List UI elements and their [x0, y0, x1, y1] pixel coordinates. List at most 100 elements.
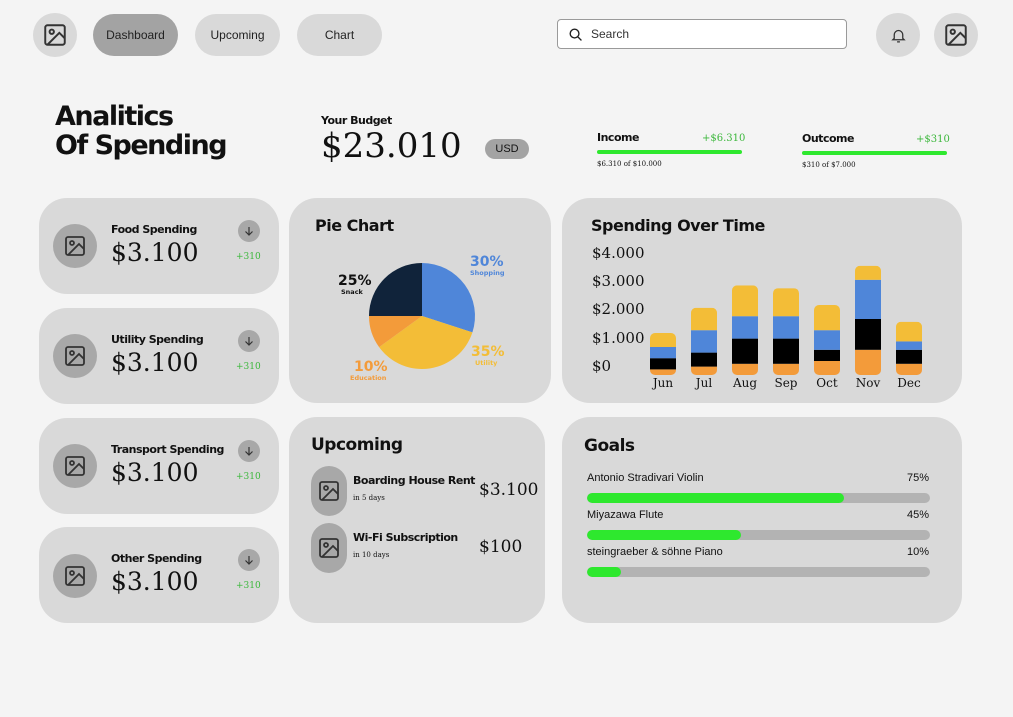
goal-percent: 75% [906, 472, 929, 484]
spending-over-time-card: Spending Over Time $4.000 $3.000 $2.000 … [562, 198, 962, 403]
image-icon [53, 444, 97, 488]
income-label: Income [597, 131, 639, 144]
currency-badge: USD [485, 139, 529, 159]
goal-progress-track [587, 493, 930, 503]
bar-segment [896, 363, 922, 375]
bar-segment [814, 349, 840, 361]
goal-progress-fill [587, 530, 742, 540]
logo-image-icon[interactable] [33, 13, 77, 57]
x-tick-label: Jul [694, 376, 713, 390]
goal-progress-fill [587, 567, 622, 577]
bar-segment [732, 338, 758, 364]
bar-segment [650, 369, 676, 375]
bar-stack-sep [773, 288, 799, 375]
arrow-down-icon[interactable] [238, 549, 260, 571]
spending-label: Food Spending [111, 223, 197, 236]
image-icon [53, 334, 97, 378]
spending-value: $3.100 [111, 567, 199, 596]
pie-label-education-name: Education [350, 374, 387, 382]
bar-segment [691, 366, 717, 375]
search-bar[interactable] [557, 19, 847, 49]
search-input[interactable] [589, 26, 833, 42]
bar-segment [814, 330, 840, 350]
tab-upcoming[interactable]: Upcoming [195, 14, 280, 56]
spending-bar-chart: Jun Jul Aug Sep Oct Nov Dec [650, 265, 922, 390]
goal-name: steingraeber & söhne Piano [587, 546, 723, 558]
search-icon [568, 27, 583, 42]
x-tick-label: Jun [651, 376, 674, 390]
goal-percent: 10% [906, 546, 929, 558]
arrow-down-icon[interactable] [238, 330, 260, 352]
outcome-label: Outcome [802, 132, 854, 145]
spending-value: $3.100 [111, 458, 199, 487]
bar-segment [650, 347, 676, 359]
income-progress [597, 150, 742, 154]
profile-avatar[interactable] [934, 13, 978, 57]
notifications-button[interactable] [876, 13, 920, 57]
bar-segment [814, 305, 840, 331]
bar-stack-oct [814, 305, 840, 375]
tab-chart[interactable]: Chart [297, 14, 382, 56]
pie-label-utility-pct: 35% [471, 344, 505, 360]
upcoming-item-due: in 10 days [353, 551, 390, 559]
bar-segment [855, 349, 881, 375]
arrow-down-icon[interactable] [238, 220, 260, 242]
x-tick-label: Oct [816, 376, 838, 390]
bar-stack-jul [691, 307, 717, 375]
upcoming-title: Upcoming [311, 435, 403, 455]
outcome-delta: +$310 [916, 134, 950, 145]
spending-delta: +310 [236, 581, 261, 591]
x-tick-label: Nov [856, 376, 881, 390]
bell-icon [890, 27, 907, 44]
upcoming-item-amount: $100 [479, 537, 523, 557]
spending-label: Other Spending [111, 552, 202, 565]
goal-progress-track [587, 567, 930, 577]
food-spending-card[interactable]: Food Spending $3.100 +310 [39, 198, 279, 294]
goals-card: Goals Antonio Stradivari Violin 75% Miya… [562, 417, 962, 623]
tab-dashboard[interactable]: Dashboard [93, 14, 178, 56]
bar-segment [814, 361, 840, 375]
bar-segment [732, 285, 758, 317]
bar-stack-nov [855, 265, 881, 375]
x-tick-label: Aug [732, 376, 757, 390]
income-delta: +$6.310 [702, 133, 746, 144]
bar-segment [773, 363, 799, 375]
bar-segment [650, 358, 676, 370]
pie-label-snack-pct: 25% [338, 273, 372, 289]
bar-segment [773, 338, 799, 364]
bar-segment [650, 333, 676, 347]
income-progress-fill [597, 150, 742, 154]
arrow-down-icon[interactable] [238, 440, 260, 462]
other-spending-card[interactable]: Other Spending $3.100 +310 [39, 527, 279, 623]
pie-label-education-pct: 10% [354, 359, 388, 375]
bar-segment [855, 279, 881, 319]
upcoming-item-name: Wi-Fi Subscription [353, 531, 458, 544]
goals-title: Goals [584, 436, 635, 456]
pie-label-shopping-pct: 30% [470, 254, 504, 270]
goal-percent: 45% [906, 509, 929, 521]
outcome-progress [802, 151, 947, 155]
upcoming-item-due: in 5 days [353, 494, 385, 502]
image-icon [311, 466, 347, 516]
outcome-detail: $310 of $7.000 [802, 161, 856, 169]
bar-segment [691, 330, 717, 353]
spending-value: $3.100 [111, 348, 199, 377]
page-title-line1: Analitics [55, 101, 174, 132]
goal-progress-track [587, 530, 930, 540]
image-icon [53, 224, 97, 268]
bar-segment [773, 316, 799, 339]
bar-stack-aug [732, 285, 758, 375]
bar-segment [855, 265, 881, 280]
transport-spending-card[interactable]: Transport Spending $3.100 +310 [39, 418, 279, 514]
outcome-progress-fill [802, 151, 947, 155]
bar-segment [732, 316, 758, 339]
utility-spending-card[interactable]: Utility Spending $3.100 +310 [39, 308, 279, 404]
bar-segment [773, 288, 799, 317]
bar-stack-jun [650, 333, 676, 375]
income-detail: $6.310 of $10.000 [597, 160, 662, 168]
goal-progress-fill [587, 493, 845, 503]
spending-value: $3.100 [111, 238, 199, 267]
upcoming-card: Upcoming Boarding House Rent in 5 days $… [289, 417, 545, 623]
goal-name: Miyazawa Flute [587, 509, 664, 521]
pie-label-utility-name: Utility [475, 359, 498, 367]
